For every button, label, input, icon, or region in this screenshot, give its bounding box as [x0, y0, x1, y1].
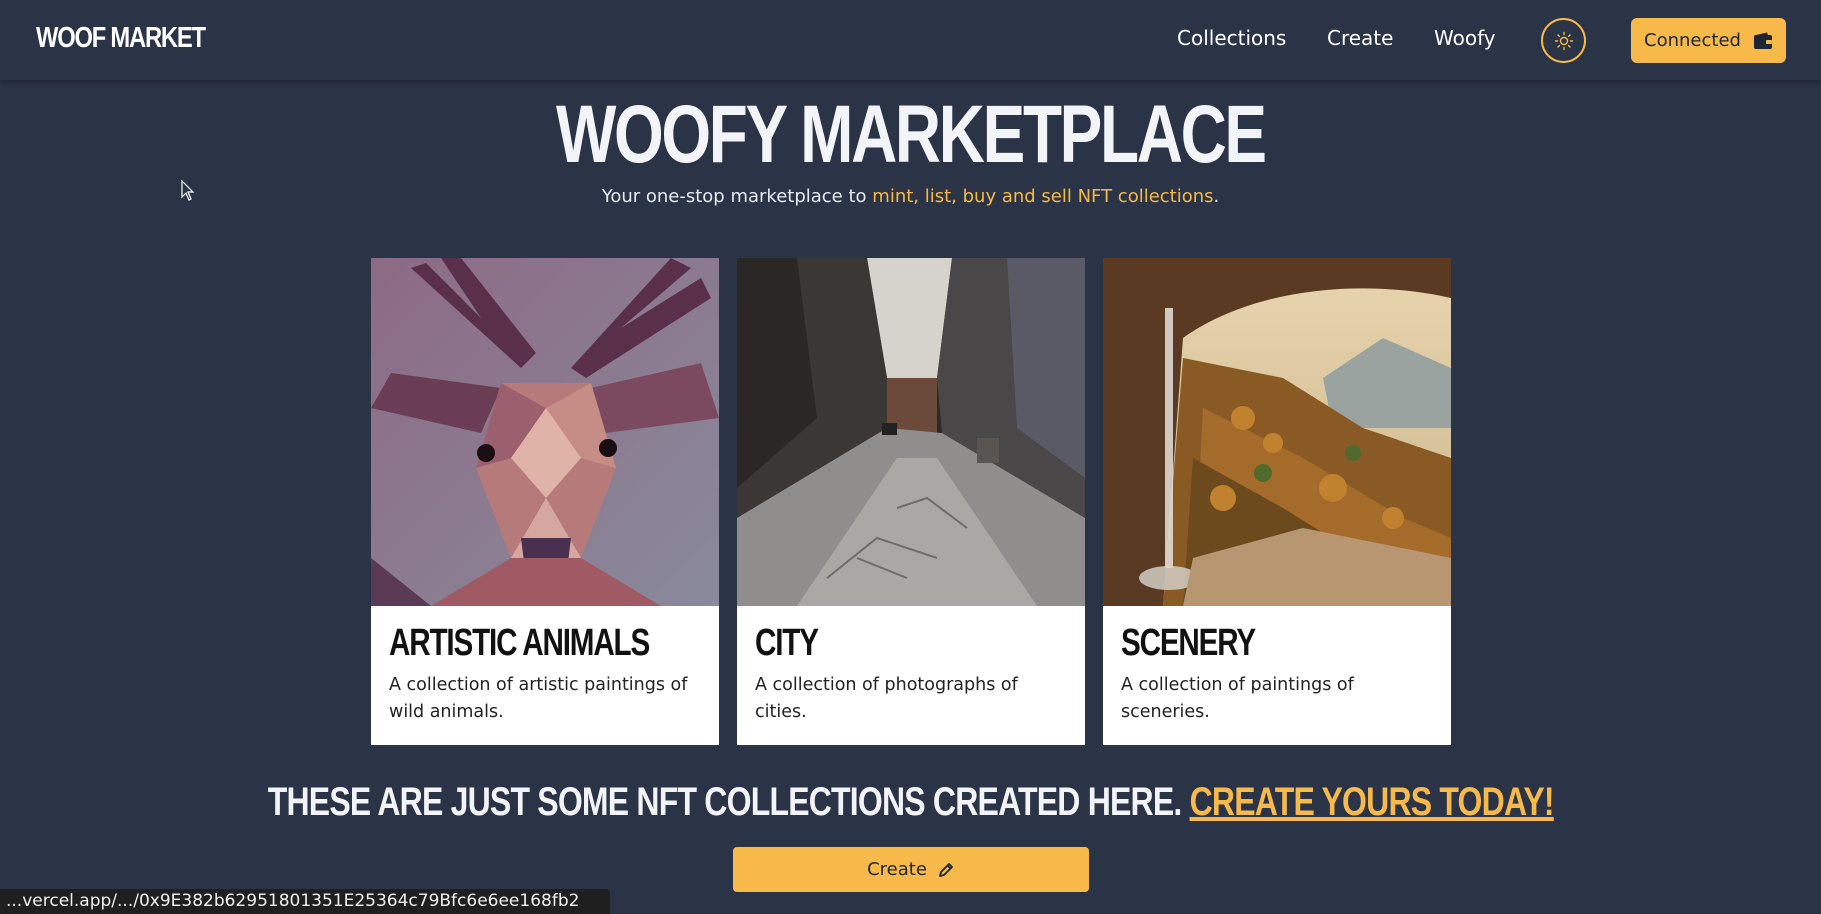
subtitle-suffix: . [1213, 186, 1220, 207]
create-button[interactable]: Create [733, 847, 1089, 892]
cta-tagline: THESE ARE JUST SOME NFT COLLECTIONS CREA… [0, 780, 1821, 825]
card-description: A collection of paintings of sceneries. [1121, 675, 1354, 722]
nav-link-create[interactable]: Create [1327, 26, 1393, 50]
collection-card-city[interactable]: CITY A collection of photographs of citi… [737, 258, 1085, 745]
subtitle-text: Your one-stop marketplace to [601, 186, 873, 207]
city-alley-image [737, 258, 1085, 606]
scenery-waterfall-image [1103, 258, 1451, 606]
connected-wallet-button[interactable]: Connected [1631, 18, 1786, 63]
cta-text: THESE ARE JUST SOME NFT COLLECTIONS CREA… [267, 780, 1190, 824]
site-logo[interactable]: WOOF MARKET [36, 22, 206, 55]
page-subtitle: Your one-stop marketplace to mint, list,… [0, 186, 1821, 207]
subtitle-accent-link[interactable]: mint, list, buy and sell NFT collections [872, 186, 1213, 207]
page-title: WOOFY MARKETPLACE [556, 89, 1267, 180]
card-description: A collection of photographs of cities. [755, 675, 1018, 722]
mouse-cursor-icon [181, 180, 195, 201]
collection-card-scenery[interactable]: SCENERY A collection of paintings of sce… [1103, 258, 1451, 745]
create-button-label: Create [867, 859, 927, 880]
nav-link-collections[interactable]: Collections [1177, 26, 1286, 50]
card-description: A collection of artistic paintings of wi… [389, 675, 688, 722]
card-title: SCENERY [1121, 622, 1256, 664]
card-title: CITY [755, 622, 819, 664]
wallet-icon [1753, 32, 1772, 49]
sun-icon [1554, 31, 1573, 50]
create-yours-link[interactable]: CREATE YOURS TODAY! [1189, 780, 1554, 824]
top-navbar: WOOF MARKET Collections Create Woofy Con… [0, 0, 1821, 80]
theme-toggle-button[interactable] [1541, 18, 1586, 63]
card-title: ARTISTIC ANIMALS [389, 622, 650, 664]
browser-status-url: ...vercel.app/.../0x9E382b62951801351E25… [0, 889, 610, 914]
deer-lowpoly-image [371, 258, 719, 606]
pencil-icon [939, 862, 953, 877]
nav-link-woofy[interactable]: Woofy [1434, 26, 1496, 50]
connect-label: Connected [1644, 30, 1741, 51]
collection-card-artistic-animals[interactable]: ARTISTIC ANIMALS A collection of artisti… [371, 258, 719, 745]
